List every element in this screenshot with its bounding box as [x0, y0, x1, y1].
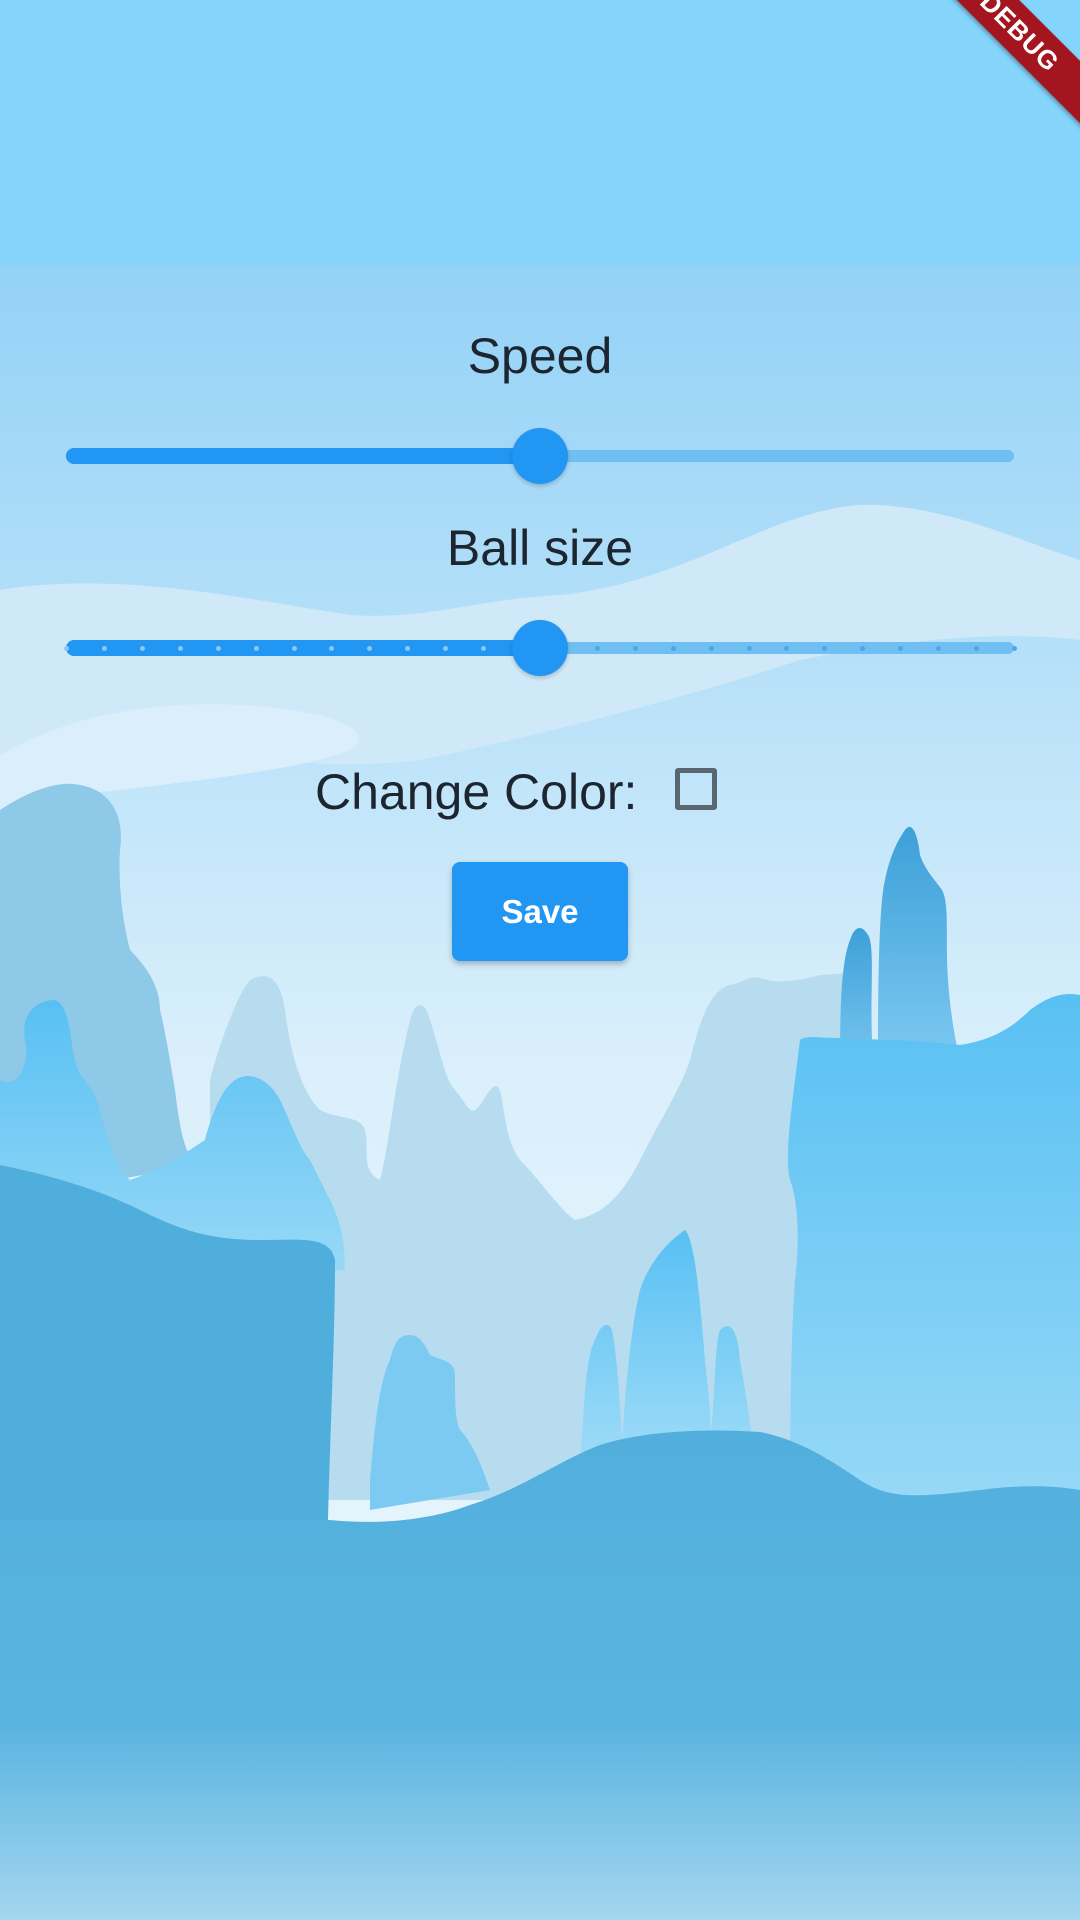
slider-tick: [366, 646, 372, 651]
slider-tick: [139, 646, 145, 651]
slider-tick: [859, 646, 865, 651]
slider-tick: [783, 646, 789, 651]
slider-tick: [63, 646, 69, 651]
slider-tick: [897, 646, 903, 651]
slider-tick: [101, 646, 107, 651]
change-color-row: Change Color:: [0, 748, 1080, 838]
speed-slider-thumb[interactable]: [512, 428, 568, 484]
slider-tick: [632, 646, 638, 651]
slider-tick: [291, 646, 297, 651]
speed-label: Speed: [467, 328, 613, 384]
slider-tick: [746, 646, 752, 651]
game-settings-screen: DEBUG Speed Ball size Change Color: Save: [0, 0, 1080, 1920]
slider-tick: [670, 646, 676, 651]
ball-size-label: Ball size: [446, 520, 634, 576]
slider-tick: [821, 646, 827, 651]
speed-slider-active-track: [66, 448, 540, 464]
change-color-label: Change Color:: [315, 764, 638, 820]
slider-tick: [442, 646, 448, 651]
slider-tick: [404, 646, 410, 651]
slider-tick: [708, 646, 714, 651]
slider-tick: [973, 646, 979, 651]
speed-slider[interactable]: [66, 426, 1014, 486]
slider-tick: [480, 646, 486, 651]
ball-size-slider[interactable]: [63, 618, 1017, 678]
slider-tick: [1011, 646, 1017, 651]
slider-tick: [253, 646, 259, 651]
app-bar: [0, 0, 1080, 265]
ball-size-slider-active-track: [66, 640, 540, 656]
slider-tick: [594, 646, 600, 651]
slider-tick: [177, 646, 183, 651]
ball-size-slider-thumb[interactable]: [512, 620, 568, 676]
slider-tick: [215, 646, 221, 651]
slider-tick: [328, 646, 334, 651]
save-button[interactable]: Save: [452, 862, 628, 961]
slider-tick: [935, 646, 941, 651]
change-color-checkbox[interactable]: [675, 768, 717, 810]
